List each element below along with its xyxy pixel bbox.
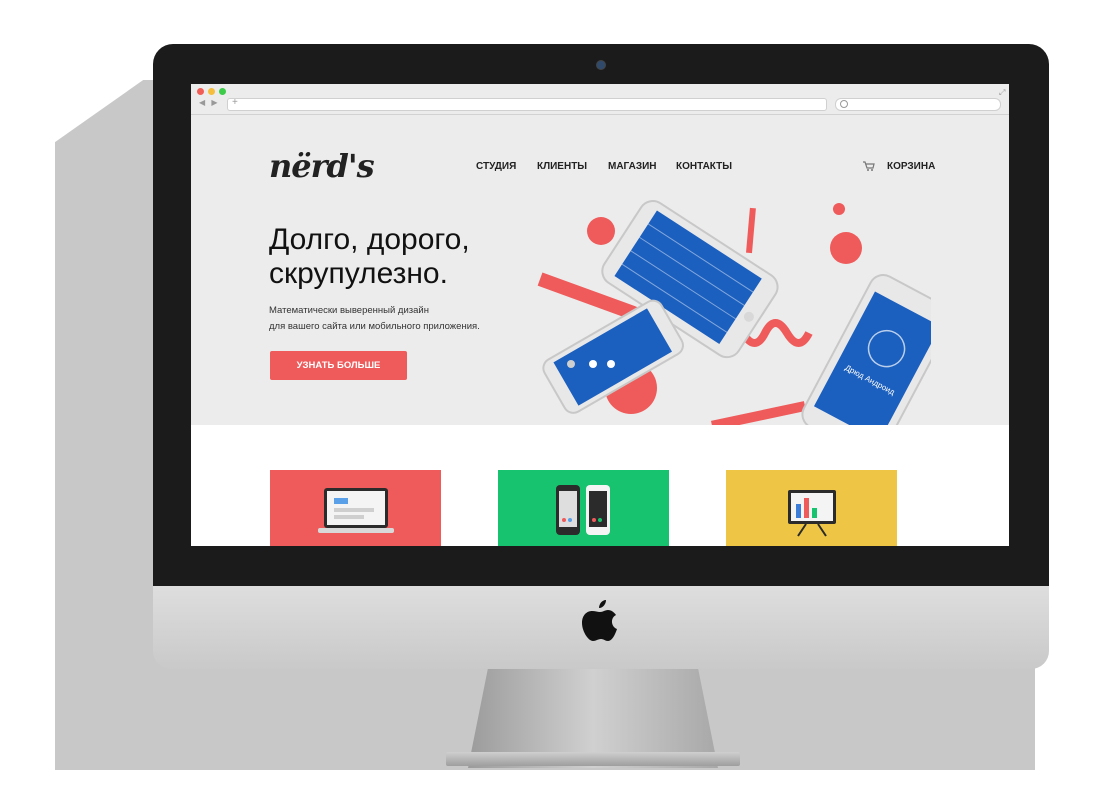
features-section (191, 425, 1009, 546)
nav-clients[interactable]: КЛИЕНТЫ (537, 161, 587, 172)
fullscreen-icon[interactable]: ⤢ (999, 88, 1005, 98)
cart-link[interactable]: КОРЗИНА (887, 161, 935, 172)
hero-section: nërd's СТУДИЯ КЛИЕНТЫ МАГАЗИН КОНТАКТЫ К… (191, 115, 1009, 459)
apple-logo-icon (582, 600, 617, 641)
browser-search-input[interactable] (835, 98, 1001, 111)
zoom-dot[interactable] (219, 88, 226, 95)
nav-shop[interactable]: МАГАЗИН (608, 161, 657, 172)
feature-card-web[interactable] (270, 470, 441, 546)
learn-more-button[interactable]: УЗНАТЬ БОЛЬШЕ (270, 351, 407, 380)
slider-dot-3 (607, 360, 615, 368)
subtitle-line-1: Математически выверенный дизайн (269, 305, 429, 316)
feature-card-analytics[interactable] (726, 470, 897, 546)
red-bar-shape (746, 207, 756, 254)
hero-subtitle: Математически выверенный дизайн для ваше… (269, 303, 529, 335)
subtitle-line-2: для вашего сайта или мобильного приложен… (269, 321, 480, 332)
screen: ◀ ▶ + ⤢ nërd's СТУДИЯ КЛИЕНТЫ МАГАЗИН КО… (191, 84, 1009, 546)
close-dot[interactable] (197, 88, 204, 95)
red-circle-shape (587, 217, 615, 245)
slider-dot-1 (567, 360, 575, 368)
headline-line-2: скрупулезно. (269, 257, 448, 290)
presentation-board-icon (788, 490, 836, 537)
back-forward-icons[interactable]: ◀ ▶ (199, 98, 220, 107)
browser-toolbar: ◀ ▶ + ⤢ (191, 84, 1009, 115)
headline-line-1: Долго, дорого, (269, 223, 470, 256)
phones-icon (556, 485, 610, 535)
hero-headline: Долго, дорого, скрупулезно. (269, 223, 529, 291)
site-logo[interactable]: nërd's (269, 147, 375, 185)
minimize-dot[interactable] (208, 88, 215, 95)
camera-icon (596, 60, 606, 70)
feature-card-mobile[interactable] (498, 470, 669, 546)
nav-studio[interactable]: СТУДИЯ (476, 161, 516, 172)
search-icon (840, 100, 848, 108)
red-dot-shape (833, 203, 845, 215)
cart-icon[interactable] (863, 161, 875, 171)
slider-dot-2 (589, 360, 597, 368)
laptop-icon (318, 488, 394, 533)
hero-illustration: Дрюд Андроид (537, 200, 931, 459)
new-tab-icon[interactable]: + (232, 97, 238, 108)
address-bar[interactable]: + (227, 97, 827, 111)
red-circle-shape-2 (830, 232, 862, 264)
nav-contacts[interactable]: КОНТАКТЫ (676, 161, 732, 172)
monitor-stand-base (446, 752, 740, 766)
